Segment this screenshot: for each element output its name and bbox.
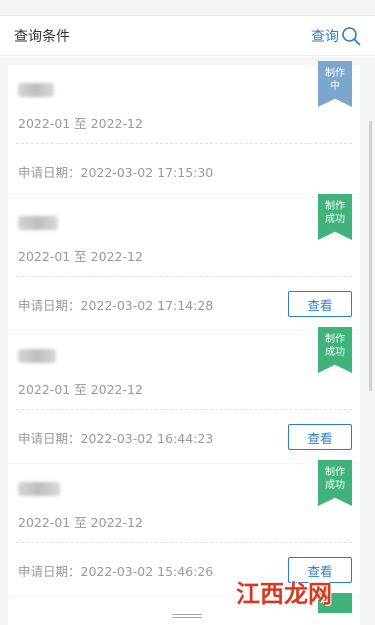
query-conditions-title: 查询条件 bbox=[14, 28, 70, 45]
status-ribbon-line1: 制作 bbox=[325, 334, 345, 345]
record-date-range: 2022-01 至 2022-12 bbox=[18, 249, 143, 264]
watermark-text: 江西龙网 bbox=[236, 579, 332, 608]
scrollbar[interactable] bbox=[369, 121, 372, 391]
query-button[interactable]: 查询 bbox=[311, 26, 361, 46]
view-button[interactable]: 查看 bbox=[288, 424, 352, 450]
status-ribbon-line2: 中 bbox=[330, 81, 340, 92]
record-list[interactable]: 2022-01 至 2022-12 制作 中 申请日期：2022-03-02 1… bbox=[0, 57, 375, 625]
status-ribbon-line2: 成功 bbox=[325, 347, 345, 358]
record-name-redacted bbox=[18, 478, 350, 500]
record-card-bottom: 申请日期：2022-03-02 17:14:28 查看 bbox=[8, 278, 360, 330]
record-card-bottom: 申请日期：2022-03-02 17:15:30 bbox=[8, 145, 360, 197]
card-divider bbox=[16, 409, 352, 411]
record-card-bottom: 申请日期：2022-03-02 16:44:23 查看 bbox=[8, 411, 360, 463]
apply-date: 申请日期：2022-03-02 17:15:30 bbox=[18, 164, 214, 180]
record-name-redacted bbox=[18, 79, 350, 101]
record-card-top: 2022-01 至 2022-12 制作 中 bbox=[8, 61, 360, 143]
watermark-logo: 江西龙网 bbox=[236, 574, 332, 609]
record-date-range: 2022-01 至 2022-12 bbox=[18, 515, 143, 530]
drag-handle[interactable] bbox=[172, 614, 202, 618]
status-ribbon-line2: 成功 bbox=[325, 214, 345, 225]
status-ribbon-line1: 制作 bbox=[325, 467, 345, 478]
card-divider bbox=[16, 276, 352, 278]
view-button[interactable]: 查看 bbox=[288, 291, 352, 317]
record-card-top: 2022-01 至 2022-12 制作 成功 bbox=[8, 460, 360, 542]
record-card: 2022-01 至 2022-12 制作 中 申请日期：2022-03-02 1… bbox=[8, 61, 360, 197]
status-ribbon-line1: 制作 bbox=[325, 201, 345, 212]
card-divider bbox=[16, 143, 352, 145]
record-card-top: 2022-01 至 2022-12 制作 成功 bbox=[8, 327, 360, 409]
record-card: 2022-01 至 2022-12 制作 成功 申请日期：2022-03-02 … bbox=[8, 327, 360, 463]
record-card: 2022-01 至 2022-12 制作 成功 申请日期：2022-03-02 … bbox=[8, 194, 360, 330]
record-card-top: 2022-01 至 2022-12 制作 成功 bbox=[8, 194, 360, 276]
apply-date: 申请日期：2022-03-02 17:14:28 bbox=[18, 297, 214, 313]
card-divider bbox=[16, 542, 352, 544]
status-ribbon-line1: 制作 bbox=[325, 68, 345, 79]
status-bar-strip bbox=[0, 0, 375, 16]
search-icon bbox=[342, 26, 361, 45]
status-ribbon-line2: 成功 bbox=[325, 480, 345, 491]
query-header: 查询条件 查询 bbox=[0, 16, 375, 56]
apply-date: 申请日期：2022-03-02 15:46:26 bbox=[18, 563, 214, 579]
apply-date: 申请日期：2022-03-02 16:44:23 bbox=[18, 430, 214, 446]
record-date-range: 2022-01 至 2022-12 bbox=[18, 116, 143, 131]
query-button-label: 查询 bbox=[311, 28, 339, 45]
record-name-redacted bbox=[18, 345, 350, 367]
record-date-range: 2022-01 至 2022-12 bbox=[18, 382, 143, 397]
record-name-redacted bbox=[18, 212, 350, 234]
